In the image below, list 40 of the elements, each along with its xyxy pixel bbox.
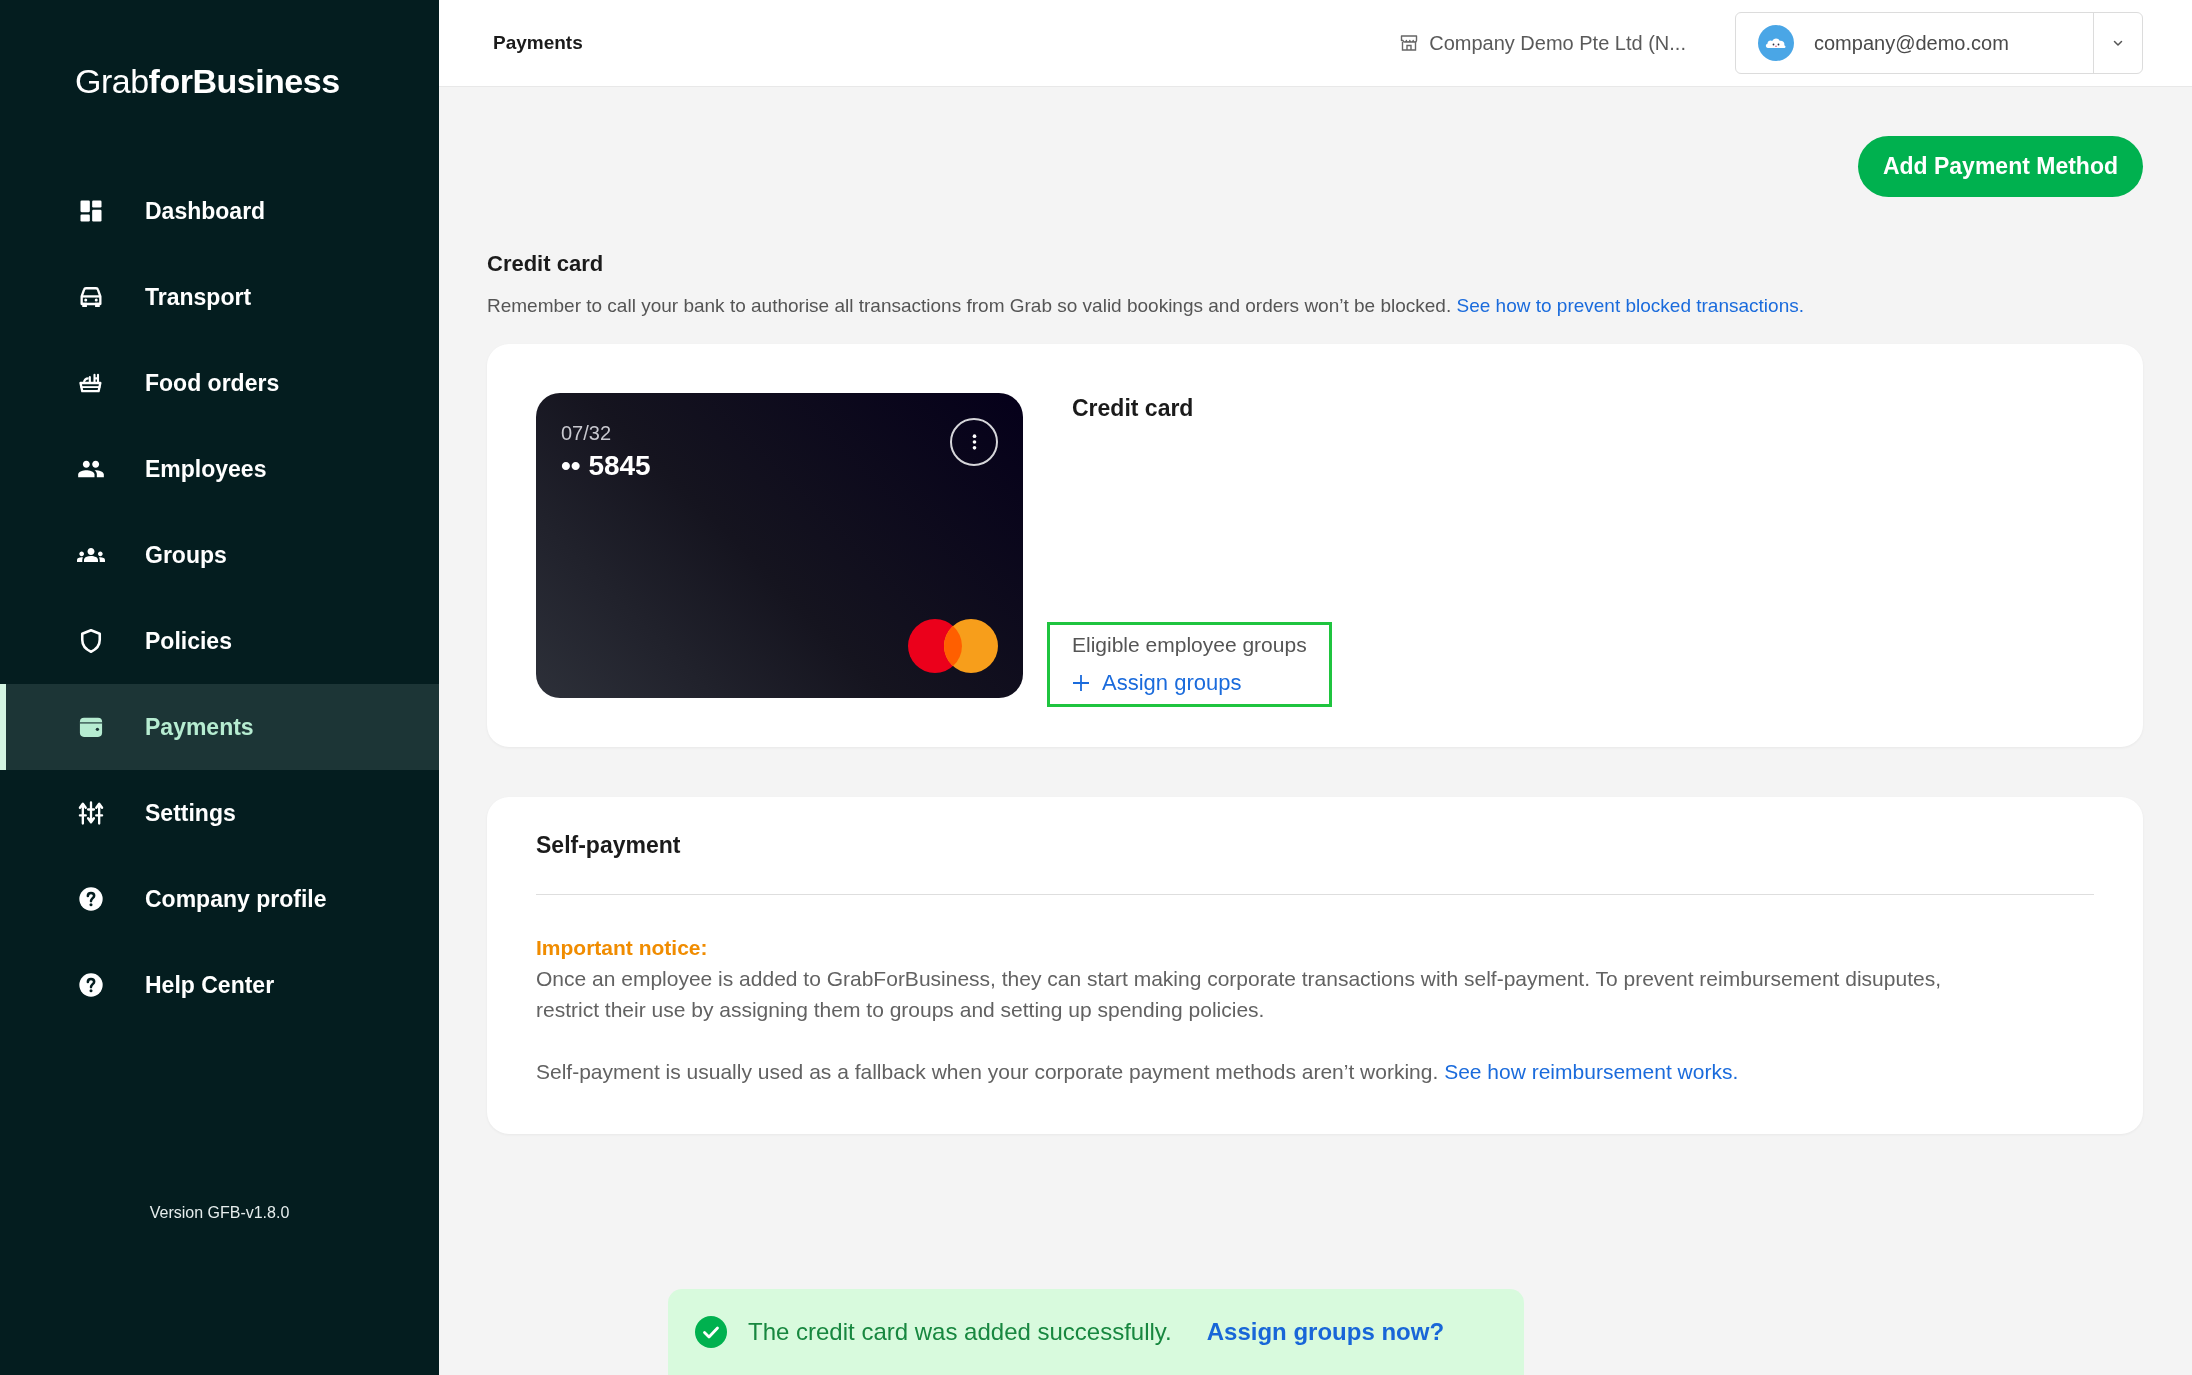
sidebar-item[interactable]: Settings xyxy=(0,770,439,856)
version-text: Version GFB-v1.8.0 xyxy=(149,1203,290,1223)
cloud-avatar-icon xyxy=(1758,25,1794,61)
eligible-groups-label: Eligible employee groups xyxy=(1072,632,1307,658)
overlapping-circles-icon xyxy=(908,619,998,673)
panel-title: Self-payment xyxy=(536,831,682,860)
card-menu-button[interactable] xyxy=(950,418,998,466)
plus-icon xyxy=(1072,674,1090,692)
sidebar-item[interactable]: Company profile xyxy=(0,856,439,942)
check-circle-icon xyxy=(695,1316,727,1348)
account-dropdown[interactable]: company@demo.com xyxy=(1735,12,2143,74)
info-text: Remember to call your bank to authorise all transactions from Grab so valid bookings and orders won’t be blocked. See how to prevent blocked transactions. xyxy=(487,294,1805,318)
sidebar-item[interactable]: Transport xyxy=(0,254,439,340)
sidebar-item[interactable]: Policies xyxy=(0,598,439,684)
card-title: Credit card xyxy=(1072,394,1194,423)
sliders-icon xyxy=(77,799,105,827)
sidebar-item[interactable]: Payments xyxy=(0,684,439,770)
assign-groups-now-link[interactable]: Assign groups now? xyxy=(1206,1314,1445,1350)
sidebar-item[interactable]: Dashboard xyxy=(0,168,439,254)
card-expiry: 07/32 xyxy=(561,421,612,446)
vertical-dots-icon xyxy=(971,433,977,451)
notice-text: Once an employee is added to GrabForBusiness, they can start making corporate transactions with self-payment. To prevent reimbursement disuputes, restrict their use by assigning them to groups and setting up spending policies. xyxy=(536,966,1942,1023)
sidebar-item[interactable]: Help Center xyxy=(0,942,439,1028)
card-number: •• 5845 xyxy=(561,449,651,483)
sidebar-item[interactable]: Groups xyxy=(0,512,439,598)
help-link[interactable]: See how reimbursement works. xyxy=(1444,1060,1739,1083)
sidebar-item[interactable]: Food orders xyxy=(0,340,439,426)
section-heading: Credit card xyxy=(487,250,605,278)
company-name: Company Demo Pte Ltd (N... xyxy=(1429,31,1686,56)
page-title: Payments xyxy=(493,30,583,55)
help-link[interactable]: See how to prevent blocked transactions. xyxy=(1456,295,1804,316)
help-icon xyxy=(77,971,105,999)
assign-groups-link[interactable]: Assign groups xyxy=(1072,668,1242,698)
toast-message: The credit card was added successfully. xyxy=(748,1317,1172,1347)
help-icon xyxy=(77,885,105,913)
store-icon xyxy=(1399,33,1420,53)
info-text: Self-payment is usually used as a fallback when your corporate payment methods aren’t working. See how reimbursement works. xyxy=(536,1059,1740,1085)
notice-label: Important notice: xyxy=(536,935,708,961)
brand-logo: GrabforBusiness xyxy=(75,61,340,102)
sidebar-item[interactable]: Employees xyxy=(0,426,439,512)
